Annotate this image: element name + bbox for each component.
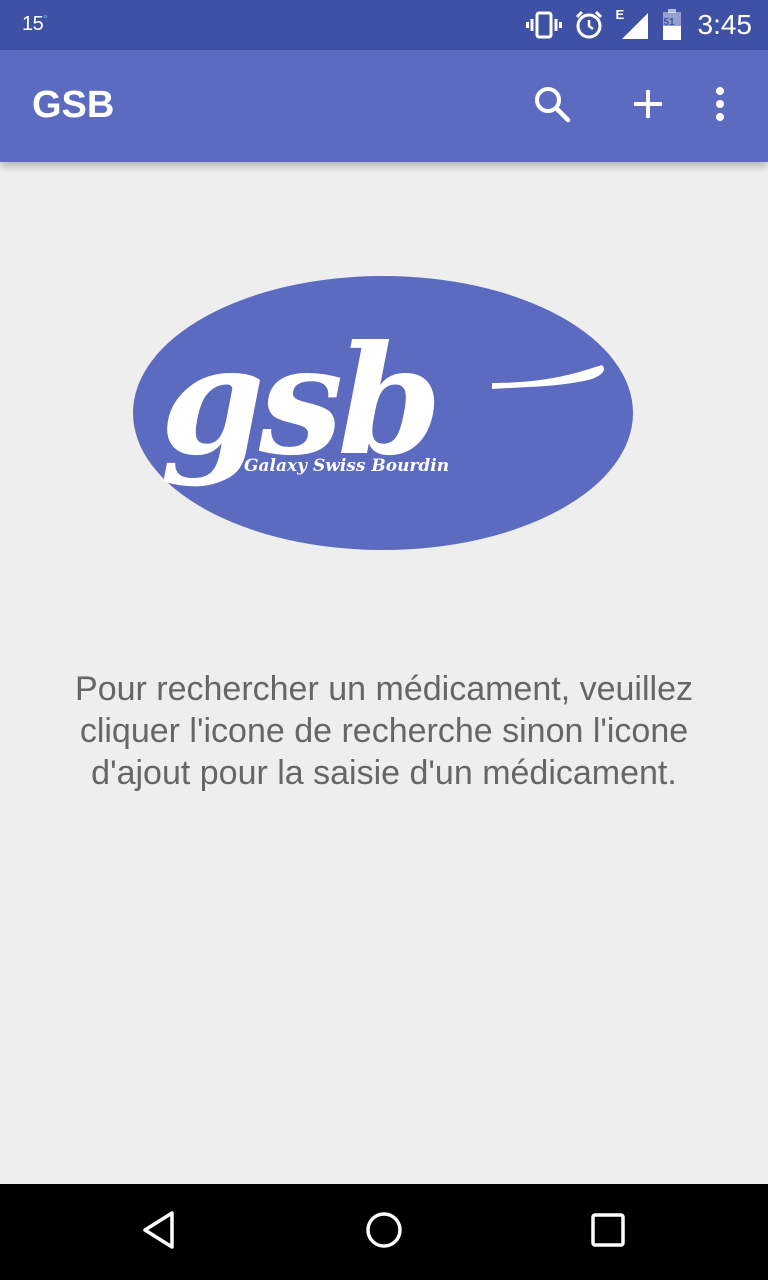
home-button[interactable]: [354, 1202, 414, 1262]
add-icon: [631, 87, 665, 126]
instruction-text: Pour rechercher un médicament, veuillez …: [75, 670, 693, 792]
home-icon: [364, 1210, 404, 1255]
recents-button[interactable]: [578, 1202, 638, 1262]
search-icon: [532, 84, 572, 129]
search-button[interactable]: [524, 78, 580, 134]
degree-symbol: °: [43, 14, 47, 26]
app-bar: GSB: [0, 50, 768, 162]
more-vert-icon: [714, 86, 726, 127]
add-button[interactable]: [620, 78, 676, 134]
gsb-logo: gsb Galaxy Swiss Bourdin: [132, 275, 636, 555]
overflow-menu-button[interactable]: [692, 78, 748, 134]
alarm-icon: [574, 10, 604, 40]
temperature: 15: [22, 13, 44, 35]
weather-indicator: 15°: [22, 13, 47, 36]
battery-icon: 51: [662, 9, 682, 41]
navigation-bar: [0, 1184, 768, 1280]
battery-level: 51: [663, 17, 675, 28]
screen: 15° E 51 3:45 GSB gsb Galaxy Swiss Bourd…: [0, 0, 768, 1280]
status-icons: E 51 3:45: [525, 0, 753, 50]
status-bar: 15° E 51 3:45: [0, 0, 768, 50]
clock: 3:45: [697, 9, 753, 40]
signal-icon: E: [616, 7, 650, 41]
vibrate-icon: [525, 11, 562, 39]
logo-tagline: Galaxy Swiss Bourdin: [244, 456, 449, 476]
recents-icon: [588, 1210, 628, 1255]
app-title: GSB: [32, 84, 115, 126]
back-button[interactable]: [130, 1202, 190, 1262]
back-icon: [140, 1210, 180, 1255]
